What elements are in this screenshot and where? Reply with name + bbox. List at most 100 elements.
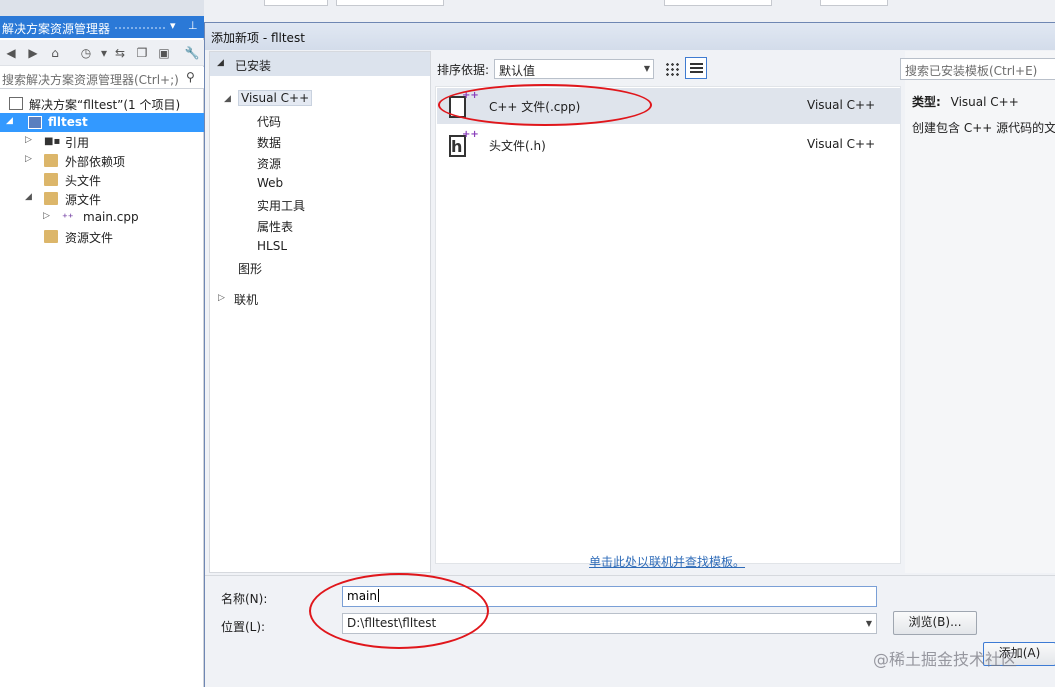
category-label: Web [257,176,284,190]
solution-explorer-panel: 解决方案资源管理器 ▾ ⊥ ◀ ▶ ⌂ ◷ ▾ ⇆ ❐ ▣ 🔧 搜索解决方案资源… [0,0,204,687]
watermark: @稀土掘金技术社区 [873,650,1018,669]
tree-item-label: 资源文件 [65,231,114,245]
grid-view-icon [665,62,679,76]
dialog-titlebar[interactable]: 添加新项 - flltest [205,23,1055,50]
sort-toolbar: 排序依据: 默认值 ▼ [437,57,907,79]
tree-item-label: 源文件 [65,193,102,207]
toolbar-combo[interactable] [820,0,888,6]
toolbar-combo[interactable] [664,0,772,6]
toolbar-combo[interactable] [264,0,328,6]
template-header-file[interactable]: h ++ 头文件(.h) Visual C++ [437,127,901,163]
collapse-all-icon[interactable]: ❐ [134,45,150,61]
template-language: Visual C++ [807,98,876,112]
collapse-arrow-icon[interactable]: ▷ [218,293,225,303]
template-list: ++ C++ 文件(.cpp) Visual C++ h ++ 头文件(.h) V… [435,86,901,564]
tree-item-label: 头文件 [65,174,102,188]
category-label: HLSL [257,239,288,253]
category-code[interactable]: 代码 [210,111,430,130]
category-label: 资源 [257,157,282,171]
template-language: Visual C++ [807,137,876,151]
detail-description: 创建包含 C++ 源代码的文件 [912,121,1055,135]
location-label: 位置(L): [221,620,266,634]
category-label: 图形 [238,262,263,276]
solution-explorer-title: 解决方案资源管理器 [2,22,111,36]
category-web[interactable]: Web [210,174,430,193]
template-search-input[interactable]: 搜索已安装模板(Ctrl+E) [900,58,1055,80]
dropdown-arrow-icon[interactable]: ▾ [96,45,112,61]
template-name: 头文件(.h) [489,139,546,153]
find-templates-online-link[interactable]: 单击此处以联机并查找模板。 [589,553,745,570]
category-label: 联机 [234,293,259,307]
category-visual-cpp[interactable]: ◢ Visual C++ [210,90,430,109]
expand-arrow-icon[interactable]: ◢ [224,94,231,104]
category-tree: ◢ 已安装 ◢ Visual C++ 代码 数据 资源 Web 实用工具 属性表… [209,51,431,573]
collapse-arrow-icon[interactable]: ▷ [25,135,32,145]
tree-item-label: flltest [48,115,88,129]
annotation-circle-name-location [309,573,489,649]
category-label: 代码 [257,115,282,129]
browse-button[interactable]: 浏览(B)... [893,611,977,635]
category-data[interactable]: 数据 [210,132,430,151]
solution-explorer-toolbar: ◀ ▶ ⌂ ◷ ▾ ⇆ ❐ ▣ 🔧 [0,40,204,66]
sort-select[interactable]: 默认值 ▼ [494,59,654,79]
dropdown-arrow-icon[interactable]: ▾ [170,19,176,32]
top-toolbar-strip [0,0,204,16]
category-property-sheet[interactable]: 属性表 [210,216,430,235]
collapse-arrow-icon[interactable]: ▷ [43,211,50,221]
tree-item-label: 引用 [65,136,90,150]
collapse-arrow-icon[interactable]: ▷ [25,154,32,164]
back-icon[interactable]: ◀ [3,45,19,61]
category-label: Visual C++ [238,90,313,106]
pin-icon[interactable]: ⊥ [188,19,198,32]
grid-view-button[interactable] [660,57,682,79]
tree-item-main-cpp[interactable]: ▷ ⁺⁺ main.cpp [0,208,204,227]
tree-item-source-files[interactable]: ◢ 源文件 [0,189,204,208]
category-hlsl[interactable]: HLSL [210,237,430,256]
list-view-icon [690,63,703,75]
annotation-circle-cpp-template [438,84,652,126]
category-online[interactable]: ▷ 联机 [210,289,430,308]
tree-item-solution[interactable]: 解决方案“flltest”(1 个项目) [0,94,204,113]
search-options-icon[interactable]: ⚲ [186,70,195,84]
dropdown-arrow-icon[interactable]: ▼ [866,619,872,628]
tree-item-project[interactable]: ◢ flltest [0,113,204,132]
tree-item-resource-files[interactable]: 资源文件 [0,227,204,246]
tree-item-label: 解决方案“flltest”(1 个项目) [29,98,181,112]
forward-icon[interactable]: ▶ [25,45,41,61]
solution-search-box[interactable]: 搜索解决方案资源管理器(Ctrl+;) ⚲ [0,67,204,89]
category-graphics[interactable]: 图形 [210,258,430,277]
properties-wrench-icon[interactable]: 🔧 [184,45,200,61]
tree-item-references[interactable]: ▷ ■▪ 引用 [0,132,204,151]
history-icon[interactable]: ◷ [78,45,94,61]
detail-type: 类型: Visual C++ [912,93,1019,110]
detail-type-label: 类型: [912,95,941,109]
toolbar-combo[interactable] [336,0,444,6]
sort-label: 排序依据: [437,63,490,77]
expand-arrow-icon[interactable]: ◢ [6,116,13,126]
tree-item-label: main.cpp [83,210,139,224]
tree-item-label: 外部依赖项 [65,155,126,169]
folder-icon [44,230,58,243]
category-label: 数据 [257,136,282,150]
project-icon [28,116,42,129]
drag-grip[interactable] [114,26,166,30]
dropdown-arrow-icon: ▼ [643,64,650,73]
expand-arrow-icon[interactable]: ◢ [217,58,224,68]
solution-icon [9,97,23,110]
installed-header[interactable]: ◢ 已安装 [210,52,430,76]
sync-icon[interactable]: ⇆ [112,45,128,61]
folder-icon [44,192,58,205]
cpp-file-icon: ⁺⁺ [62,211,74,224]
folder-icon [44,173,58,186]
tree-item-header-files[interactable]: 头文件 [0,170,204,189]
category-resource[interactable]: 资源 [210,153,430,172]
tree-item-external-deps[interactable]: ▷ 外部依赖项 [0,151,204,170]
expand-arrow-icon[interactable]: ◢ [25,192,32,202]
category-utility[interactable]: 实用工具 [210,195,430,214]
ide-toolbar-strip [204,0,1055,20]
home-icon[interactable]: ⌂ [47,45,63,61]
list-view-button[interactable] [685,57,707,79]
name-label: 名称(N): [221,592,268,606]
solution-search-placeholder: 搜索解决方案资源管理器(Ctrl+;) [2,73,179,87]
show-all-files-icon[interactable]: ▣ [156,45,172,61]
